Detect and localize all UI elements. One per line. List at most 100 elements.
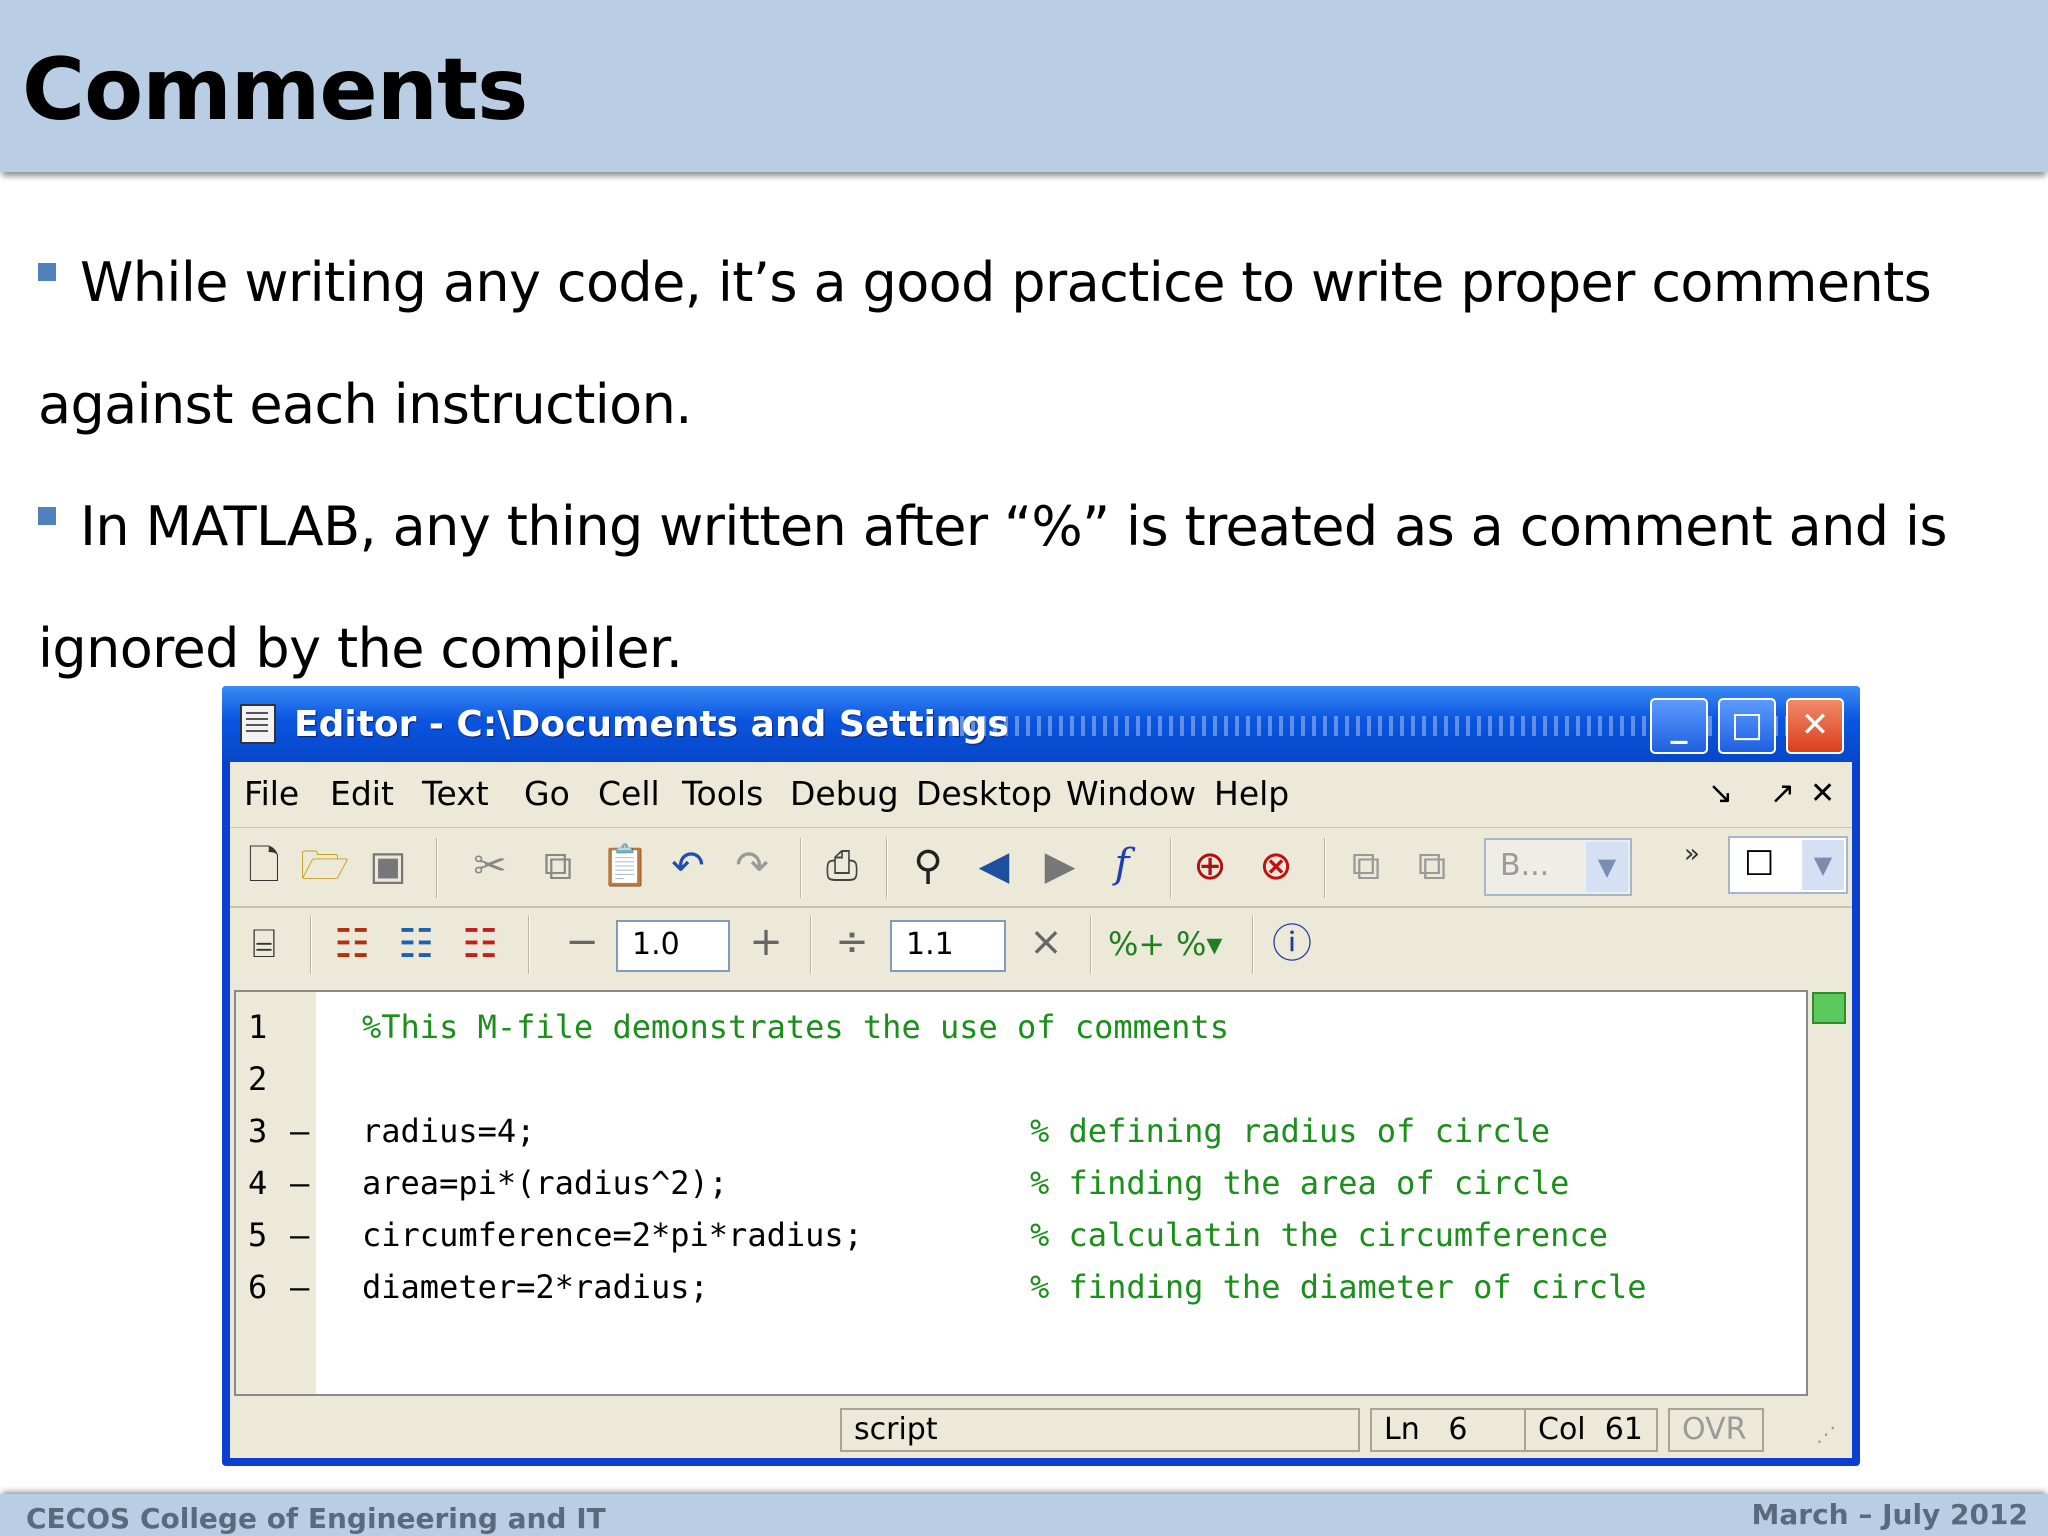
breakpoint-dash[interactable]: — — [290, 1164, 309, 1202]
eval-cell-icon[interactable]: ☷ — [394, 924, 438, 964]
menu-debug[interactable]: Debug — [790, 774, 899, 813]
matlab-editor-window: Editor - C:\Documents and Settings _ □ ✕… — [222, 686, 1860, 1466]
bullet-2-line-2: ignored by the compiler. — [38, 617, 683, 680]
cell-icon[interactable]: ⌸ — [242, 924, 286, 964]
code-text: diameter=2*radius; — [362, 1268, 709, 1306]
toolbar-separator — [1324, 838, 1326, 898]
copy-icon[interactable]: ⧉ — [536, 846, 580, 886]
info-icon[interactable]: ⓘ — [1270, 924, 1314, 964]
cell-step-field-2[interactable]: 1.1 — [890, 920, 1006, 972]
status-ln-label: Ln — [1384, 1412, 1420, 1447]
print-icon[interactable]: ⎙ — [820, 846, 864, 886]
breakpoint-dash[interactable]: — — [290, 1268, 309, 1306]
menu-window[interactable]: Window — [1066, 774, 1196, 813]
undock-icon[interactable]: ↗ — [1770, 776, 1795, 811]
code-line: 6 — diameter=2*radius; % finding the dia… — [236, 1268, 1806, 1320]
redo-icon[interactable]: ↷ — [730, 846, 774, 886]
line-number: 1 — [248, 1008, 268, 1046]
undo-icon[interactable]: ↶ — [666, 846, 710, 886]
menu-text[interactable]: Text — [422, 774, 489, 813]
main-toolbar: 🗋 🗁 ▣ ✂ ⧉ 📋 ↶ ↷ ⎙ ⚲ ◀ ▶ f ⊕ ⊗ ⧉ ⧉ B... ▼ — [230, 828, 1852, 908]
toolbar-separator — [528, 916, 530, 974]
comment-remove-icon[interactable]: %▾ — [1176, 924, 1222, 964]
toolbar-separator — [800, 838, 802, 898]
breakpoint-dash[interactable]: — — [290, 1216, 309, 1254]
code-editor[interactable]: 1 %This M-file demonstrates the use of c… — [234, 990, 1808, 1396]
code-text: circumference=2*pi*radius; — [362, 1216, 863, 1254]
status-bar: script Ln 6 Col 61 OVR ⋰ — [230, 1402, 1852, 1458]
code-line: 3 — radius=4; % defining radius of circl… — [236, 1112, 1806, 1164]
cut-icon[interactable]: ✂ — [468, 846, 512, 886]
find-icon[interactable]: ⚲ — [906, 846, 950, 886]
comment-add-icon[interactable]: %+ — [1108, 924, 1165, 964]
line-number: 4 — [248, 1164, 268, 1202]
resize-grip-icon[interactable]: ⋰ — [1816, 1422, 1836, 1446]
new-file-icon[interactable]: 🗋 — [242, 846, 286, 886]
multiply-button[interactable]: × — [1024, 922, 1068, 962]
layout-combo[interactable]: ☐ ▼ — [1728, 836, 1848, 894]
toolbar-separator — [436, 838, 438, 898]
menu-bar: File Edit Text Go Cell Tools Debug Deskt… — [230, 762, 1852, 828]
line-number: 5 — [248, 1216, 268, 1254]
stack-combo[interactable]: B... ▼ — [1484, 838, 1632, 896]
chevron-down-icon[interactable]: ▼ — [1586, 842, 1628, 892]
toolbar-separator — [810, 916, 812, 974]
stack-combo-value: B... — [1500, 848, 1550, 883]
mlint-status-indicator[interactable] — [1812, 992, 1846, 1024]
bullet-square-icon — [38, 263, 56, 281]
paste-icon[interactable]: 📋 — [600, 846, 650, 886]
bullet-2: In MATLAB, any thing written after “%” i… — [38, 466, 2028, 710]
status-ovr: OVR — [1668, 1408, 1764, 1452]
close-doc-icon[interactable]: ✕ — [1810, 776, 1835, 811]
divide-button[interactable]: ÷ — [830, 922, 874, 962]
menu-help[interactable]: Help — [1214, 774, 1289, 813]
save-icon[interactable]: ▣ — [366, 846, 410, 886]
eval-cell-advance-icon[interactable]: ☷ — [458, 924, 502, 964]
code-line: 2 — [236, 1060, 1806, 1112]
function-icon[interactable]: f — [1100, 844, 1144, 884]
window-titlebar[interactable]: Editor - C:\Documents and Settings _ □ ✕ — [222, 686, 1860, 762]
code-text: radius=4; — [362, 1112, 536, 1150]
decrement-button[interactable]: − — [560, 922, 604, 962]
open-folder-icon[interactable]: 🗁 — [300, 846, 350, 886]
menu-go[interactable]: Go — [524, 774, 570, 813]
minimize-button[interactable]: _ — [1650, 698, 1708, 754]
menu-cell[interactable]: Cell — [598, 774, 660, 813]
menu-file[interactable]: File — [244, 774, 299, 813]
window-layout-icon: ☐ — [1744, 844, 1775, 884]
code-text: area=pi*(radius^2); — [362, 1164, 729, 1202]
forward-arrow-icon[interactable]: ▶ — [1038, 846, 1082, 886]
toolbar-chevron[interactable]: » — [1670, 834, 1714, 874]
slide-title-band: Comments — [0, 0, 2048, 172]
menu-desktop[interactable]: Desktop — [916, 774, 1052, 813]
line-number: 3 — [248, 1112, 268, 1150]
toolbar-separator — [886, 838, 888, 898]
dock-icon[interactable]: ↘ — [1708, 776, 1733, 811]
toolbar-separator — [1090, 916, 1092, 974]
status-ln-value: 6 — [1448, 1412, 1468, 1447]
cell-step-field-1[interactable]: 1.0 — [616, 920, 730, 972]
bullet-1-line-2: against each instruction. — [38, 373, 692, 436]
bullet-square-icon — [38, 507, 56, 525]
breakpoint-dash[interactable]: — — [290, 1112, 309, 1150]
status-line: Ln 6 — [1370, 1408, 1526, 1452]
footer-institution: CECOS College of Engineering and IT — [26, 1502, 606, 1535]
inline-comment: % calculatin the circumference — [1030, 1216, 1608, 1254]
menu-edit[interactable]: Edit — [330, 774, 394, 813]
step-icon[interactable]: ⧉ — [1344, 846, 1388, 886]
back-arrow-icon[interactable]: ◀ — [972, 846, 1016, 886]
toolbar-separator — [1170, 838, 1172, 898]
footer-date: March – July 2012 — [1751, 1498, 2028, 1531]
clear-breakpoint-icon[interactable]: ⊗ — [1254, 846, 1298, 886]
set-breakpoint-icon[interactable]: ⊕ — [1188, 846, 1232, 886]
editor-body: File Edit Text Go Cell Tools Debug Deskt… — [230, 762, 1852, 1458]
step-in-icon[interactable]: ⧉ — [1410, 846, 1454, 886]
menu-tools[interactable]: Tools — [682, 774, 763, 813]
maximize-button[interactable]: □ — [1718, 698, 1776, 754]
increment-button[interactable]: + — [744, 922, 788, 962]
chevron-down-icon[interactable]: ▼ — [1802, 840, 1844, 890]
insert-cell-icon[interactable]: ☷ — [330, 924, 374, 964]
close-button[interactable]: ✕ — [1786, 698, 1844, 754]
slide-title: Comments — [22, 40, 528, 140]
cell-toolbar: ⌸ ☷ ☷ ☷ − 1.0 + ÷ 1.1 × %+ %▾ ⓘ — [230, 908, 1852, 984]
